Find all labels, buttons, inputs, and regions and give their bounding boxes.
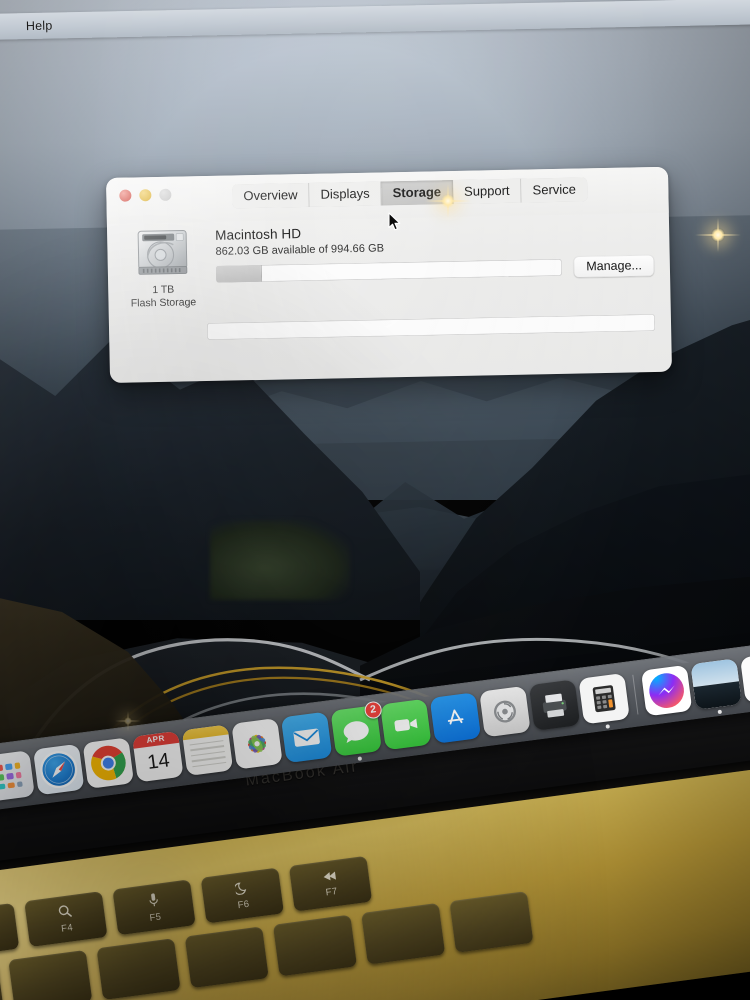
dock-notes[interactable] xyxy=(181,723,234,776)
minimize-button[interactable] xyxy=(139,189,152,202)
zoom-button[interactable] xyxy=(159,188,172,201)
hard-drive-icon xyxy=(133,226,192,277)
storage-usage-bar xyxy=(215,258,563,283)
key-f5[interactable]: F5 xyxy=(112,879,196,936)
drive-capacity: 1 TB xyxy=(152,283,175,297)
drive-type: Flash Storage xyxy=(130,296,197,310)
manage-button[interactable]: Manage... xyxy=(574,255,655,278)
dock-messages[interactable]: 2 xyxy=(330,700,383,761)
dock-printer[interactable] xyxy=(528,678,581,731)
dock-mail[interactable] xyxy=(280,711,333,763)
dock-calendar[interactable]: APR 14 xyxy=(132,730,184,782)
close-button[interactable] xyxy=(119,189,132,202)
key-f5-label: F5 xyxy=(148,910,162,924)
tab-displays[interactable]: Displays xyxy=(309,181,382,207)
dock-photos[interactable] xyxy=(231,717,283,770)
secondary-storage-bar xyxy=(206,313,656,340)
calendar-day: 14 xyxy=(146,748,171,774)
key-row2-7[interactable] xyxy=(449,891,534,953)
tab-service[interactable]: Service xyxy=(521,177,588,203)
dock-messenger[interactable] xyxy=(640,664,693,716)
messages-badge: 2 xyxy=(363,700,383,720)
tab-storage[interactable]: Storage xyxy=(381,180,454,206)
key-f4[interactable]: F4 xyxy=(24,891,108,948)
key-f6-label: F6 xyxy=(236,898,251,911)
drive-summary: 1 TB Flash Storage xyxy=(123,226,203,311)
dock-utility[interactable] xyxy=(739,651,750,703)
key-f7-label: F7 xyxy=(325,885,339,899)
storage-used-segment xyxy=(215,264,263,283)
laptop-screen xyxy=(0,0,750,760)
dock-preview[interactable] xyxy=(690,657,742,714)
mouse-pointer xyxy=(388,212,401,231)
dock-chrome[interactable] xyxy=(82,736,135,789)
tab-overview[interactable]: Overview xyxy=(232,182,310,209)
dock-launchpad[interactable] xyxy=(0,749,35,802)
rewind-icon xyxy=(321,869,338,885)
key-f7[interactable]: F7 xyxy=(288,855,373,912)
tab-support[interactable]: Support xyxy=(452,178,522,205)
key-row2-4[interactable] xyxy=(184,926,269,989)
dock-facetime[interactable] xyxy=(379,698,432,750)
key-f6[interactable]: F6 xyxy=(200,867,285,924)
moon-icon xyxy=(233,880,249,897)
dock-app-store[interactable] xyxy=(429,691,482,744)
dock-system-preferences[interactable] xyxy=(479,685,531,737)
window-controls xyxy=(119,188,172,202)
microphone-icon xyxy=(147,891,160,909)
key-row2-5[interactable] xyxy=(272,914,358,977)
about-this-mac-window: Overview Displays Storage Support Servic… xyxy=(106,166,673,383)
key-row2-3[interactable] xyxy=(96,938,181,1000)
dock-safari[interactable] xyxy=(32,743,85,795)
key-row2-2[interactable] xyxy=(8,949,93,1000)
key-f4-label: F4 xyxy=(60,922,74,935)
tab-bar: Overview Displays Storage Support Servic… xyxy=(232,177,588,209)
dock-separator xyxy=(632,674,639,715)
search-icon xyxy=(57,903,73,921)
key-f3[interactable]: F3 xyxy=(0,902,20,959)
dock-calculator[interactable] xyxy=(578,672,630,729)
key-row2-6[interactable] xyxy=(361,902,446,965)
menu-help[interactable]: Help xyxy=(26,19,53,34)
key-row2-1[interactable] xyxy=(0,961,5,1000)
